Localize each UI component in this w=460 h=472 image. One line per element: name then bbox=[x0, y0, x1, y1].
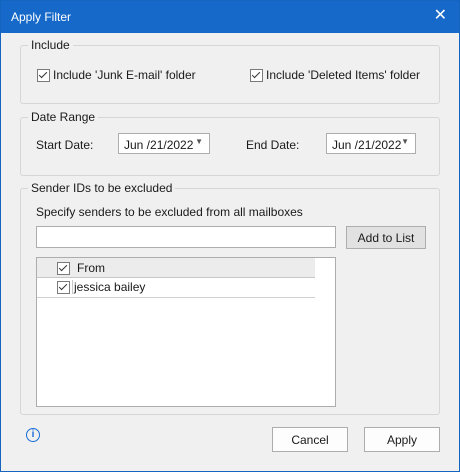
date-range-group: Date Range Start Date: Jun /21/2022 ▼ En… bbox=[20, 110, 440, 176]
date-range-legend: Date Range bbox=[28, 110, 99, 124]
sender-list: From jessica bailey bbox=[36, 257, 336, 407]
close-icon[interactable]: ✕ bbox=[434, 5, 447, 25]
title-bar[interactable]: Apply Filter ✕ bbox=[1, 1, 459, 33]
cancel-button[interactable]: Cancel bbox=[272, 427, 348, 452]
chevron-down-icon[interactable]: ▼ bbox=[195, 137, 203, 146]
select-all-checkbox-icon[interactable] bbox=[57, 262, 70, 275]
start-date-value: Jun /21/2022 bbox=[124, 138, 194, 152]
deleted-items-check-icon[interactable] bbox=[250, 68, 263, 82]
sender-legend: Sender IDs to be excluded bbox=[28, 181, 176, 195]
start-date-label: Start Date: bbox=[36, 138, 94, 152]
sender-description: Specify senders to be excluded from all … bbox=[36, 205, 303, 219]
add-to-list-button[interactable]: Add to List bbox=[346, 226, 426, 249]
chevron-down-icon[interactable]: ▼ bbox=[401, 137, 409, 146]
row-checkbox-icon[interactable] bbox=[57, 281, 70, 294]
dialog-title: Apply Filter bbox=[11, 10, 72, 24]
list-header: From bbox=[37, 258, 315, 278]
from-column-header[interactable]: From bbox=[77, 261, 105, 275]
start-date-picker[interactable]: Jun /21/2022 ▼ bbox=[118, 133, 210, 154]
end-date-picker[interactable]: Jun /21/2022 ▼ bbox=[326, 133, 416, 154]
end-date-value: Jun /21/2022 bbox=[332, 138, 402, 152]
sender-name: jessica bailey bbox=[72, 280, 146, 294]
sender-input[interactable] bbox=[36, 226, 336, 248]
include-legend: Include bbox=[28, 38, 73, 52]
end-date-label: End Date: bbox=[246, 138, 300, 152]
junk-email-check-icon[interactable] bbox=[37, 68, 50, 82]
info-icon[interactable]: i bbox=[26, 428, 40, 442]
deleted-items-label: Include 'Deleted Items' folder bbox=[266, 68, 420, 82]
junk-email-checkbox[interactable]: Include 'Junk E-mail' folder bbox=[37, 68, 196, 82]
include-group: Include Include 'Junk E-mail' folder Inc… bbox=[20, 38, 440, 104]
sender-group: Sender IDs to be excluded Specify sender… bbox=[20, 181, 440, 415]
deleted-items-checkbox[interactable]: Include 'Deleted Items' folder bbox=[250, 68, 420, 82]
list-item[interactable]: jessica bailey bbox=[37, 278, 315, 298]
apply-filter-dialog: Apply Filter ✕ Include Include 'Junk E-m… bbox=[0, 0, 460, 472]
apply-button[interactable]: Apply bbox=[364, 427, 440, 452]
junk-email-label: Include 'Junk E-mail' folder bbox=[53, 68, 196, 82]
